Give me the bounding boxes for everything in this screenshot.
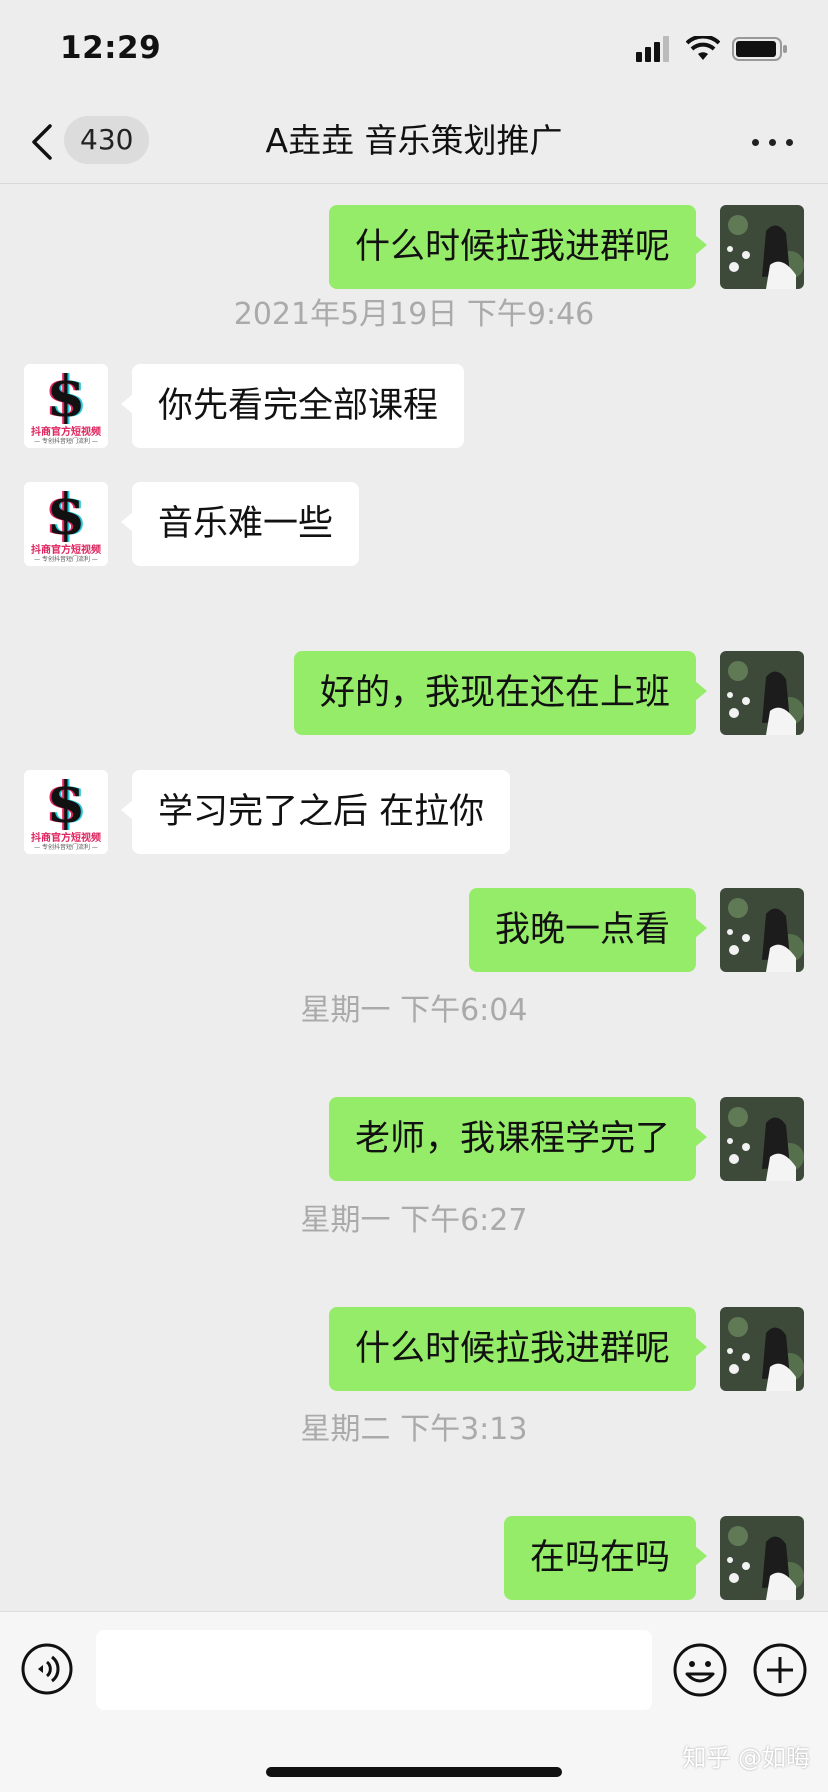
my-avatar[interactable] xyxy=(720,1307,804,1391)
more-actions-button[interactable] xyxy=(752,1642,808,1698)
message-row: 我晚一点看 xyxy=(0,888,828,972)
logo-subcaption: — 专创抖音短门流利 — xyxy=(34,556,98,563)
message-row: 什么时候拉我进群呢 xyxy=(0,205,828,289)
message-row: 老师，我课程学完了 xyxy=(0,1097,828,1181)
contact-avatar[interactable]: $ 抖商官方短视频 — 专创抖音短门流利 — xyxy=(24,482,108,566)
outgoing-message-bubble[interactable]: 什么时候拉我进群呢 xyxy=(328,1307,708,1391)
timestamp: 星期一 下午6:04 xyxy=(300,993,528,1028)
status-time: 12:29 xyxy=(60,30,162,66)
outgoing-message-bubble[interactable]: 我晚一点看 xyxy=(468,888,708,972)
my-avatar[interactable] xyxy=(720,1097,804,1181)
watermark: 知乎 @如晦 xyxy=(682,1744,810,1772)
logo-caption: 抖商官方短视频 xyxy=(31,833,101,844)
dollar-logo-icon: $ xyxy=(46,482,86,548)
outgoing-message-bubble[interactable]: 在吗在吗 xyxy=(503,1516,708,1600)
cellular-signal-icon xyxy=(636,36,669,62)
message-row: $ 抖商官方短视频 — 专创抖音短门流利 — 音乐难一些 xyxy=(0,482,828,566)
chat-title: A垚垚 音乐策划推广 xyxy=(265,121,563,160)
incoming-message-bubble[interactable]: 音乐难一些 xyxy=(120,482,360,566)
contact-avatar[interactable]: $ 抖商官方短视频 — 专创抖音短门流利 — xyxy=(24,770,108,854)
back-button[interactable] xyxy=(26,120,60,164)
chat-header: 430 A垚垚 音乐策划推广 xyxy=(0,100,828,184)
contact-avatar[interactable]: $ 抖商官方短视频 — 专创抖音短门流利 — xyxy=(24,364,108,448)
profile-photo-icon xyxy=(720,651,804,735)
my-avatar[interactable] xyxy=(720,888,804,972)
timestamp: 星期一 下午6:27 xyxy=(300,1203,528,1238)
message-input[interactable] xyxy=(96,1630,652,1710)
emoji-button[interactable] xyxy=(672,1642,728,1698)
logo-subcaption: — 专创抖音短门流利 — xyxy=(34,438,98,445)
more-button[interactable] xyxy=(748,130,798,154)
my-avatar[interactable] xyxy=(720,205,804,289)
logo-caption: 抖商官方短视频 xyxy=(31,545,101,556)
wifi-icon xyxy=(686,36,720,60)
more-horizontal-icon xyxy=(752,139,759,146)
message-row: $ 抖商官方短视频 — 专创抖音短门流利 — 你先看完全部课程 xyxy=(0,364,828,448)
chat-message-list[interactable]: 什么时候拉我进群呢 2021年5月19日 下午9:46 $ 抖商官方短视频 — … xyxy=(0,185,828,1610)
profile-photo-icon xyxy=(720,1097,804,1181)
my-avatar[interactable] xyxy=(720,1516,804,1600)
outgoing-message-bubble[interactable]: 什么时候拉我进群呢 xyxy=(328,205,708,289)
profile-photo-icon xyxy=(720,888,804,972)
chevron-left-icon xyxy=(32,124,52,160)
outgoing-message-bubble[interactable]: 好的，我现在还在上班 xyxy=(293,651,708,735)
profile-photo-icon xyxy=(720,205,804,289)
profile-photo-icon xyxy=(720,1516,804,1600)
timestamp: 星期二 下午3:13 xyxy=(300,1412,528,1447)
dollar-logo-icon: $ xyxy=(46,770,86,836)
logo-subcaption: — 专创抖音短门流利 — xyxy=(34,844,98,851)
voice-button[interactable] xyxy=(20,1642,74,1696)
incoming-message-bubble[interactable]: 你先看完全部课程 xyxy=(120,364,465,448)
dollar-logo-icon: $ xyxy=(46,364,86,430)
incoming-message-bubble[interactable]: 学习完了之后 在拉你 xyxy=(120,770,511,854)
plus-circle-icon xyxy=(753,1643,807,1697)
home-indicator[interactable] xyxy=(266,1767,562,1777)
message-row: 在吗在吗 xyxy=(0,1516,828,1600)
message-row: 好的，我现在还在上班 xyxy=(0,651,828,735)
message-row: $ 抖商官方短视频 — 专创抖音短门流利 — 学习完了之后 在拉你 xyxy=(0,770,828,854)
logo-caption: 抖商官方短视频 xyxy=(31,427,101,438)
my-avatar[interactable] xyxy=(720,651,804,735)
unread-count-badge[interactable]: 430 xyxy=(64,116,150,164)
timestamp: 2021年5月19日 下午9:46 xyxy=(233,297,595,332)
battery-icon xyxy=(732,37,787,61)
status-bar: 12:29 xyxy=(0,0,828,100)
profile-photo-icon xyxy=(720,1307,804,1391)
emoji-icon xyxy=(673,1643,727,1697)
message-row: 什么时候拉我进群呢 xyxy=(0,1307,828,1391)
voice-icon xyxy=(21,1643,73,1695)
outgoing-message-bubble[interactable]: 老师，我课程学完了 xyxy=(328,1097,708,1181)
